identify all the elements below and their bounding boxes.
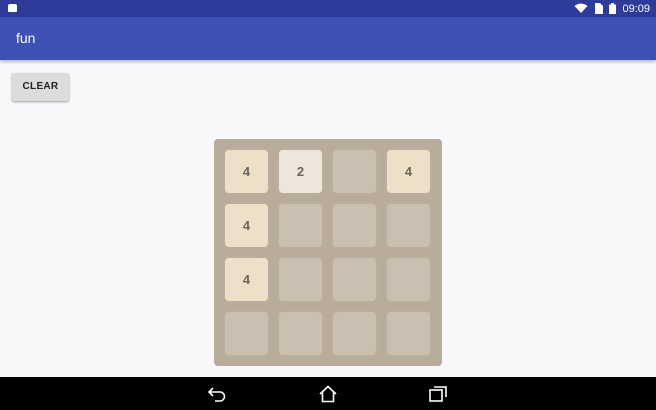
recents-icon[interactable]: [428, 385, 448, 403]
board-tile: [333, 204, 376, 247]
back-icon[interactable]: [207, 385, 227, 403]
board-tile: [279, 312, 322, 355]
home-icon[interactable]: [318, 385, 338, 403]
wifi-icon: [574, 3, 588, 14]
board-tile: 2: [279, 150, 322, 193]
board-tile: [333, 258, 376, 301]
board-tile: 4: [387, 150, 430, 193]
game-board[interactable]: 42444: [214, 139, 442, 366]
board-tile: 4: [225, 204, 268, 247]
battery-icon: [609, 3, 617, 14]
board-tile: 4: [225, 150, 268, 193]
board-tile: [387, 204, 430, 247]
board-tile: [387, 258, 430, 301]
board-tile: 4: [225, 258, 268, 301]
board-tile: [333, 150, 376, 193]
board-tile: [387, 312, 430, 355]
nav-bar: [0, 377, 656, 410]
clear-button[interactable]: CLEAR: [12, 73, 69, 101]
board-tile: [225, 312, 268, 355]
app-title: fun: [16, 30, 36, 46]
app-bar: fun: [0, 17, 656, 60]
board-tile: [279, 258, 322, 301]
clock: 09:09: [622, 2, 650, 15]
board-tile: [279, 204, 322, 247]
android-icon: [8, 4, 17, 12]
status-bar: 09:09: [0, 0, 656, 17]
board-tile: [333, 312, 376, 355]
sim-icon: [594, 3, 604, 14]
status-icons: 09:09: [574, 0, 650, 17]
